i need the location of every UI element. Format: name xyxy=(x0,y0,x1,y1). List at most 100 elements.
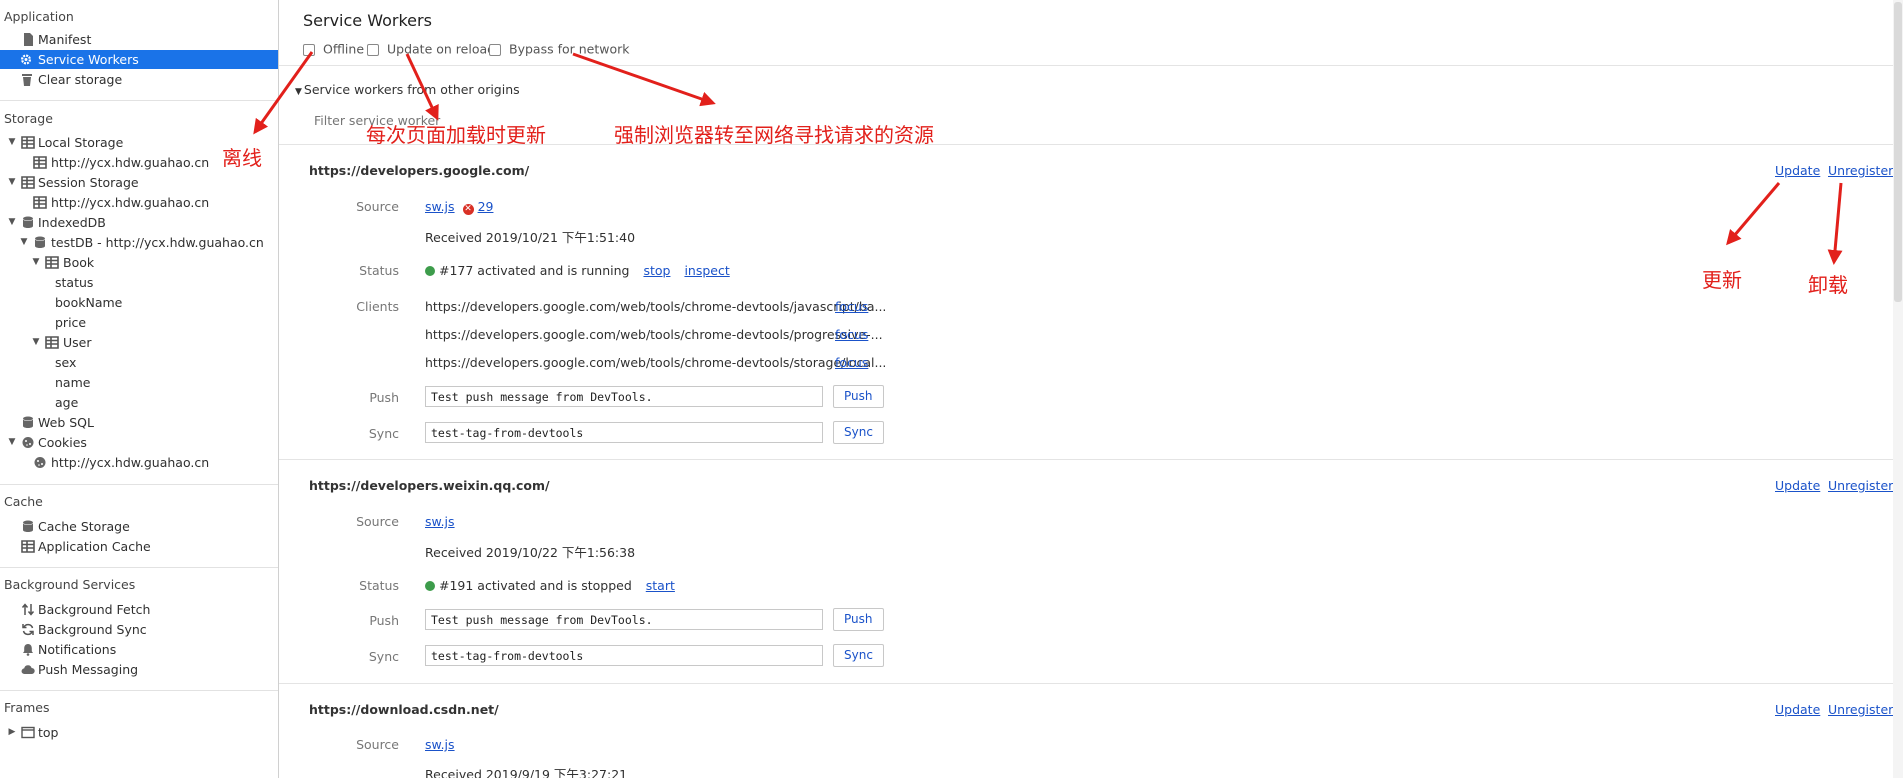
section-title-application: Application xyxy=(4,9,74,24)
sidebar-item-session-storage[interactable]: ▼ Session Storage xyxy=(0,173,278,192)
status-row: #191 activated and is stopped start xyxy=(425,578,675,593)
sidebar-item-label: Clear storage xyxy=(38,72,123,87)
sidebar-item-frames-top[interactable]: ▶ top xyxy=(0,723,278,742)
unregister-link[interactable]: Unregister xyxy=(1828,163,1893,178)
expand-triangle-icon[interactable]: ▼ xyxy=(19,233,29,252)
divider xyxy=(0,690,278,691)
stop-link[interactable]: stop xyxy=(643,263,670,278)
sidebar-item-label: http://ycx.hdw.guahao.cn xyxy=(51,155,210,170)
push-label: Push xyxy=(369,613,399,628)
offline-checkbox[interactable] xyxy=(303,43,315,56)
client-url: https://developers.google.com/web/tools/… xyxy=(425,355,887,370)
sync-tag-input[interactable]: test-tag-from-devtools xyxy=(425,422,823,443)
sidebar-item-book-bookname[interactable]: bookName xyxy=(0,293,278,312)
update-link[interactable]: Update xyxy=(1775,702,1820,717)
cookie-icon xyxy=(22,437,34,448)
section-title-cache: Cache xyxy=(4,494,43,509)
sidebar-item-session-storage-origin[interactable]: http://ycx.hdw.guahao.cn xyxy=(0,193,278,212)
sidebar-item-testdb[interactable]: ▼ testDB - http://ycx.hdw.guahao.cn xyxy=(0,233,278,252)
cloud-icon xyxy=(21,665,35,675)
push-button[interactable]: Push xyxy=(833,385,884,408)
clients-label: Clients xyxy=(356,299,399,314)
update-on-reload-label: Update on reload xyxy=(387,41,496,57)
push-button[interactable]: Push xyxy=(833,608,884,631)
document-icon xyxy=(24,33,33,46)
sidebar-item-clear-storage[interactable]: Clear storage xyxy=(0,70,278,89)
sync-button[interactable]: Sync xyxy=(833,644,884,667)
unregister-link[interactable]: Unregister xyxy=(1828,702,1893,717)
expand-triangle-icon[interactable]: ▼ xyxy=(7,213,17,232)
source-file-link[interactable]: sw.js xyxy=(425,514,455,529)
source-file-link[interactable]: sw.js xyxy=(425,199,455,214)
database-icon xyxy=(23,520,33,532)
focus-link[interactable]: focus xyxy=(835,327,868,342)
update-on-reload-option[interactable]: Update on reload xyxy=(367,40,495,58)
sidebar-item-cache-storage[interactable]: Cache Storage xyxy=(0,517,278,536)
scrollbar[interactable] xyxy=(1893,0,1903,778)
bypass-for-network-checkbox[interactable] xyxy=(489,43,501,56)
update-link[interactable]: Update xyxy=(1775,163,1820,178)
sidebar-item-background-sync[interactable]: Background Sync xyxy=(0,620,278,639)
sidebar-item-web-sql[interactable]: Web SQL xyxy=(0,413,278,432)
expand-triangle-icon[interactable]: ▼ xyxy=(7,133,17,152)
sidebar-item-manifest[interactable]: Manifest xyxy=(0,30,278,49)
sidebar-item-label: Web SQL xyxy=(38,415,94,430)
section-title-background-services: Background Services xyxy=(4,577,136,592)
sidebar-item-user-age[interactable]: age xyxy=(0,393,278,412)
sidebar-item-label: Background Fetch xyxy=(38,602,151,617)
frame-icon xyxy=(21,726,35,739)
grid-icon xyxy=(33,196,47,209)
sidebar-item-book-price[interactable]: price xyxy=(0,313,278,332)
sidebar-item-label: Session Storage xyxy=(38,175,139,190)
sync-label: Sync xyxy=(368,649,399,664)
scrollbar-thumb[interactable] xyxy=(1894,2,1902,302)
sidebar-item-user[interactable]: ▼ User xyxy=(0,333,278,352)
bypass-for-network-option[interactable]: Bypass for network xyxy=(489,40,630,58)
annotation-offline: 离线 xyxy=(222,146,262,170)
sidebar-item-book-status[interactable]: status xyxy=(0,273,278,292)
sidebar-item-notifications[interactable]: Notifications xyxy=(0,640,278,659)
expand-triangle-icon[interactable]: ▼ xyxy=(7,433,17,452)
update-link[interactable]: Update xyxy=(1775,478,1820,493)
sidebar-item-cookies-origin[interactable]: http://ycx.hdw.guahao.cn xyxy=(0,453,278,472)
error-count-link[interactable]: 29 xyxy=(478,199,494,214)
source-file-link[interactable]: sw.js xyxy=(425,737,455,752)
sidebar-item-application-cache[interactable]: Application Cache xyxy=(0,537,278,556)
sidebar-item-label: Cookies xyxy=(38,435,87,450)
other-origins-toggle[interactable]: ▼ Service workers from other origins xyxy=(295,82,520,97)
database-icon xyxy=(23,216,33,228)
sidebar-item-book[interactable]: ▼ Book xyxy=(0,253,278,272)
sidebar-item-indexeddb[interactable]: ▼ IndexedDB xyxy=(0,213,278,232)
update-on-reload-checkbox[interactable] xyxy=(367,43,379,56)
received-time: Received 2019/10/22 下午1:56:38 xyxy=(425,545,636,560)
focus-link[interactable]: focus xyxy=(835,299,868,314)
offline-option[interactable]: Offline xyxy=(303,40,364,58)
sidebar-item-user-sex[interactable]: sex xyxy=(0,353,278,372)
sidebar-item-background-fetch[interactable]: Background Fetch xyxy=(0,600,278,619)
status-row: #177 activated and is running stop inspe… xyxy=(425,263,730,278)
sync-button[interactable]: Sync xyxy=(833,421,884,444)
sync-icon xyxy=(22,623,34,636)
sidebar-item-label: status xyxy=(55,275,94,290)
start-link[interactable]: start xyxy=(646,578,675,593)
sidebar-item-user-name[interactable]: name xyxy=(0,373,278,392)
divider xyxy=(0,484,278,485)
push-message-input[interactable]: Test push message from DevTools. xyxy=(425,386,823,407)
focus-link[interactable]: focus xyxy=(835,355,868,370)
sidebar-item-label: Manifest xyxy=(38,32,92,47)
sidebar-item-cookies[interactable]: ▼ Cookies xyxy=(0,433,278,452)
unregister-link[interactable]: Unregister xyxy=(1828,478,1893,493)
sync-tag-input[interactable]: test-tag-from-devtools xyxy=(425,645,823,666)
sidebar-item-label: IndexedDB xyxy=(38,215,106,230)
push-message-input[interactable]: Test push message from DevTools. xyxy=(425,609,823,630)
expand-triangle-icon[interactable]: ▼ xyxy=(7,173,17,192)
sidebar-item-service-workers[interactable]: Service Workers xyxy=(0,50,278,69)
sidebar-item-label: Service Workers xyxy=(38,52,139,67)
expand-triangle-icon[interactable]: ▶ xyxy=(7,723,17,742)
sidebar-item-push-messaging[interactable]: Push Messaging xyxy=(0,660,278,679)
inspect-link[interactable]: inspect xyxy=(684,263,729,278)
gear-icon xyxy=(20,54,32,65)
expand-triangle-icon[interactable]: ▼ xyxy=(31,333,41,352)
expand-triangle-icon[interactable]: ▼ xyxy=(31,253,41,272)
expand-triangle-icon: ▼ xyxy=(295,87,302,97)
